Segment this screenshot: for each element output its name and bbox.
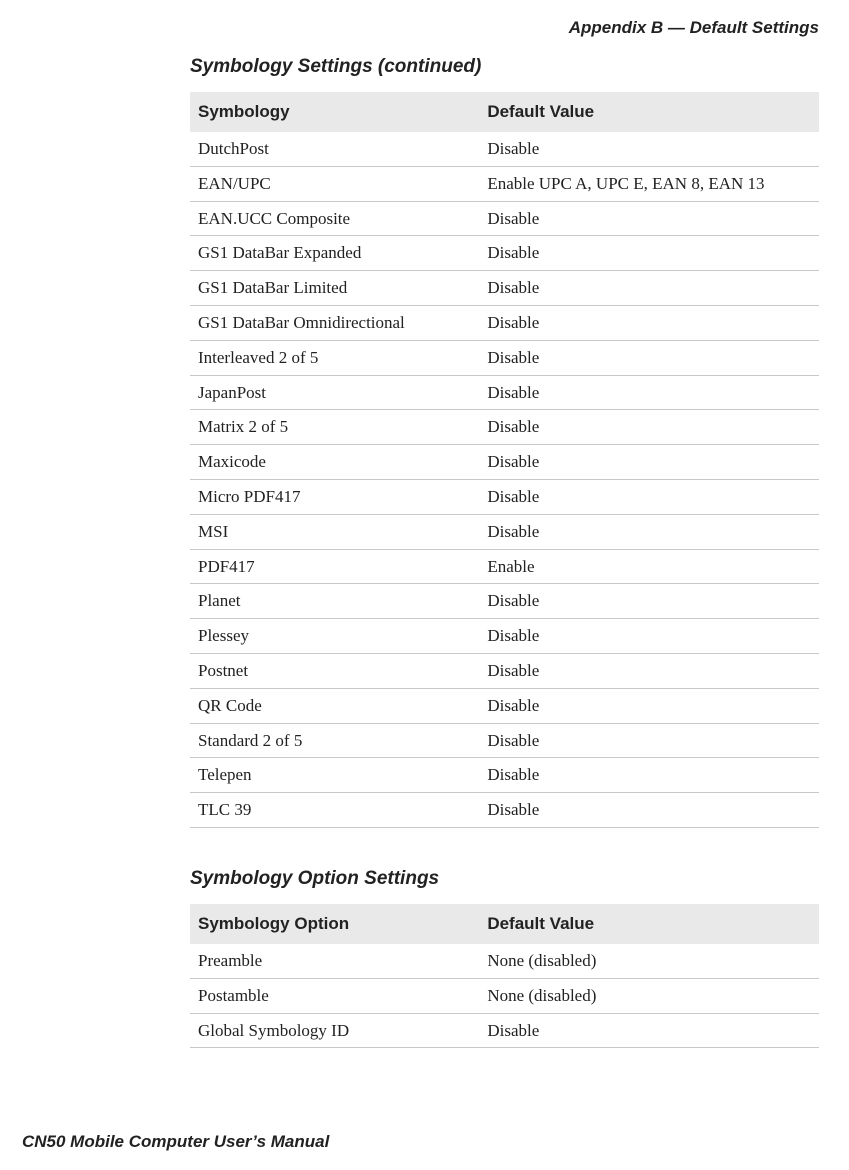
cell-name: GS1 DataBar Limited [190, 271, 479, 306]
appendix-title: Appendix B — Default Settings [569, 18, 819, 37]
cell-name: Preamble [190, 944, 479, 978]
table-row: EAN/UPCEnable UPC A, UPC E, EAN 8, EAN 1… [190, 166, 819, 201]
table-row: TLC 39Disable [190, 793, 819, 828]
cell-name: GS1 DataBar Expanded [190, 236, 479, 271]
cell-value: Disable [479, 132, 819, 166]
cell-value: Disable [479, 793, 819, 828]
cell-name: EAN.UCC Composite [190, 201, 479, 236]
col-header-symbology-option: Symbology Option [190, 904, 479, 944]
cell-value: None (disabled) [479, 978, 819, 1013]
table-row: GS1 DataBar LimitedDisable [190, 271, 819, 306]
page-footer: CN50 Mobile Computer User’s Manual [22, 1132, 329, 1152]
page-header: Appendix B — Default Settings [0, 0, 849, 38]
cell-value: Disable [479, 723, 819, 758]
cell-name: DutchPost [190, 132, 479, 166]
manual-title: CN50 Mobile Computer User’s Manual [22, 1132, 329, 1151]
cell-name: GS1 DataBar Omnidirectional [190, 305, 479, 340]
table-row: PDF417Enable [190, 549, 819, 584]
section-title-symbology-option-settings: Symbology Option Settings [190, 868, 819, 890]
cell-value: Disable [479, 410, 819, 445]
cell-value: Enable UPC A, UPC E, EAN 8, EAN 13 [479, 166, 819, 201]
table-row: Standard 2 of 5Disable [190, 723, 819, 758]
cell-value: Disable [479, 445, 819, 480]
page-content: Symbology Settings (continued) Symbology… [0, 38, 849, 1048]
cell-value: Disable [479, 584, 819, 619]
table-header-row: Symbology Option Default Value [190, 904, 819, 944]
cell-name: JapanPost [190, 375, 479, 410]
cell-value: None (disabled) [479, 944, 819, 978]
cell-name: QR Code [190, 688, 479, 723]
cell-name: PDF417 [190, 549, 479, 584]
cell-name: Interleaved 2 of 5 [190, 340, 479, 375]
cell-name: MSI [190, 514, 479, 549]
cell-name: Maxicode [190, 445, 479, 480]
cell-value: Disable [479, 514, 819, 549]
table-row: Global Symbology IDDisable [190, 1013, 819, 1048]
table-row: PostnetDisable [190, 653, 819, 688]
table-row: JapanPostDisable [190, 375, 819, 410]
cell-name: Global Symbology ID [190, 1013, 479, 1048]
cell-value: Enable [479, 549, 819, 584]
col-header-default-value: Default Value [479, 904, 819, 944]
symbology-option-settings-table: Symbology Option Default Value PreambleN… [190, 904, 819, 1048]
cell-value: Disable [479, 1013, 819, 1048]
table-row: PlanetDisable [190, 584, 819, 619]
table-header-row: Symbology Default Value [190, 92, 819, 132]
cell-value: Disable [479, 271, 819, 306]
table-row: MSIDisable [190, 514, 819, 549]
table-row: Interleaved 2 of 5Disable [190, 340, 819, 375]
cell-value: Disable [479, 236, 819, 271]
section-title-symbology-settings: Symbology Settings (continued) [190, 56, 819, 78]
cell-value: Disable [479, 201, 819, 236]
cell-value: Disable [479, 758, 819, 793]
cell-name: EAN/UPC [190, 166, 479, 201]
table-row: PostambleNone (disabled) [190, 978, 819, 1013]
cell-name: Planet [190, 584, 479, 619]
table-row: DutchPostDisable [190, 132, 819, 166]
cell-name: Telepen [190, 758, 479, 793]
cell-value: Disable [479, 340, 819, 375]
cell-value: Disable [479, 479, 819, 514]
cell-value: Disable [479, 653, 819, 688]
cell-name: Plessey [190, 619, 479, 654]
table-row: GS1 DataBar ExpandedDisable [190, 236, 819, 271]
cell-name: Postamble [190, 978, 479, 1013]
cell-name: Postnet [190, 653, 479, 688]
table-row: MaxicodeDisable [190, 445, 819, 480]
symbology-settings-table: Symbology Default Value DutchPostDisable… [190, 92, 819, 828]
col-header-symbology: Symbology [190, 92, 479, 132]
table-row: PreambleNone (disabled) [190, 944, 819, 978]
table-row: EAN.UCC CompositeDisable [190, 201, 819, 236]
table-row: QR CodeDisable [190, 688, 819, 723]
table-row: Micro PDF417Disable [190, 479, 819, 514]
table-row: TelepenDisable [190, 758, 819, 793]
cell-name: Standard 2 of 5 [190, 723, 479, 758]
cell-name: TLC 39 [190, 793, 479, 828]
cell-name: Matrix 2 of 5 [190, 410, 479, 445]
cell-value: Disable [479, 619, 819, 654]
cell-name: Micro PDF417 [190, 479, 479, 514]
cell-value: Disable [479, 375, 819, 410]
cell-value: Disable [479, 688, 819, 723]
cell-value: Disable [479, 305, 819, 340]
table-row: GS1 DataBar OmnidirectionalDisable [190, 305, 819, 340]
col-header-default-value: Default Value [479, 92, 819, 132]
table-row: PlesseyDisable [190, 619, 819, 654]
table-row: Matrix 2 of 5Disable [190, 410, 819, 445]
